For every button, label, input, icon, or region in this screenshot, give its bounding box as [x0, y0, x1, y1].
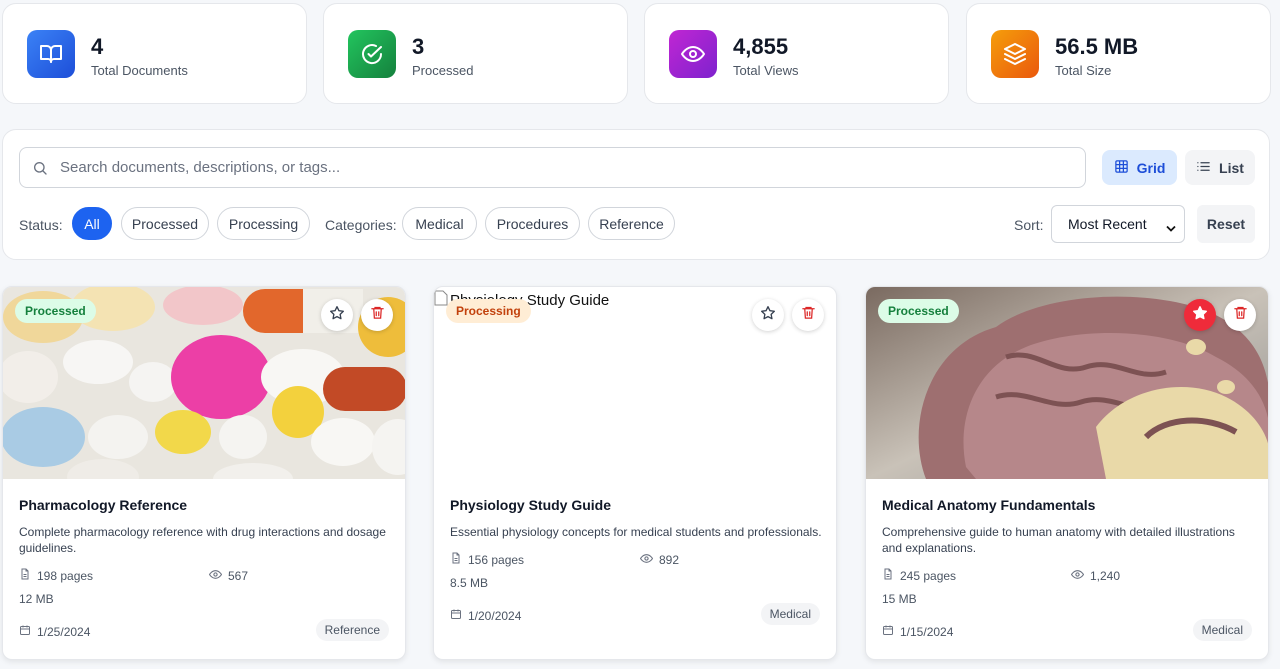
page-count-text: 198 pages [37, 568, 94, 583]
stat-card-total-views: 4,855 Total Views [644, 3, 949, 104]
stat-card-total-size: 56.5 MB Total Size [966, 3, 1271, 104]
page-count-text: 156 pages [468, 552, 525, 567]
star-icon [329, 305, 345, 326]
page-count-text: 245 pages [900, 568, 957, 583]
categories-filter-label: Categories: [325, 217, 397, 233]
document-card[interactable]: Processed Medical Anatomy Fundamentals C… [865, 286, 1269, 660]
reset-button[interactable]: Reset [1197, 205, 1255, 243]
file-icon [450, 552, 462, 567]
status-filter-processing[interactable]: Processing [217, 207, 310, 240]
stat-value: 3 [412, 34, 425, 59]
page-count: 156 pages [450, 552, 524, 567]
document-title[interactable]: Physiology Study Guide [450, 497, 611, 513]
delete-button[interactable] [361, 299, 393, 331]
file-icon [882, 568, 894, 583]
stat-value: 56.5 MB [1055, 34, 1139, 59]
page-count: 198 pages [19, 568, 93, 583]
book-open-icon [27, 30, 75, 78]
eye-icon [639, 552, 654, 568]
stat-label: Processed [412, 63, 474, 78]
view-count: 1,240 [1070, 568, 1121, 584]
trash-icon [1233, 305, 1248, 325]
document-card[interactable]: Processed Pharmacology Reference Complet… [2, 286, 406, 660]
star-filled-icon [1192, 305, 1208, 326]
view-count-text: 1,240 [1090, 569, 1121, 583]
calendar-icon [450, 608, 462, 623]
status-filter-all[interactable]: All [72, 207, 112, 240]
eye-icon [208, 568, 223, 584]
upload-date-text: 1/25/2024 [37, 624, 91, 639]
eye-icon [1070, 568, 1085, 584]
filter-panel: Grid List Status: All Processed Processi… [2, 129, 1270, 260]
stat-label: Total Size [1055, 63, 1112, 78]
status-filter-label: Status: [19, 217, 63, 233]
stats-row: 4 Total Documents 3 Processed 4,855 Tota… [2, 3, 1271, 105]
favorite-button[interactable] [321, 299, 353, 331]
upload-date-text: 1/20/2024 [468, 608, 522, 623]
document-card[interactable]: Physiology Study Guide Processing Physio… [433, 286, 837, 660]
stat-value: 4,855 [733, 34, 789, 59]
grid-view-button[interactable]: Grid [1102, 150, 1177, 185]
layers-icon [991, 30, 1039, 78]
category-tag: Medical [1192, 619, 1252, 641]
grid-icon [1114, 159, 1129, 177]
check-circle-icon [348, 30, 396, 78]
eye-icon [669, 30, 717, 78]
category-filter-procedures[interactable]: Procedures [485, 207, 580, 240]
delete-button[interactable] [792, 299, 824, 331]
calendar-icon [882, 624, 894, 639]
category-filter-reference[interactable]: Reference [588, 207, 675, 240]
stat-label: Total Documents [91, 63, 188, 78]
upload-date-text: 1/15/2024 [900, 624, 954, 639]
view-count-text: 567 [228, 569, 249, 583]
file-size: 12 MB [19, 592, 54, 606]
document-description: Complete pharmacology reference with dru… [19, 525, 386, 555]
file-icon [19, 568, 31, 583]
trash-icon [801, 305, 816, 325]
document-description: Essential physiology concepts for medica… [450, 525, 822, 539]
sort-select-value: Most Recent [1068, 216, 1147, 232]
category-filter-medical[interactable]: Medical [402, 207, 477, 240]
document-title[interactable]: Pharmacology Reference [19, 497, 187, 513]
stat-value: 4 [91, 34, 104, 59]
list-icon [1196, 159, 1211, 177]
upload-date: 1/15/2024 [882, 624, 953, 639]
search-input[interactable] [60, 148, 1080, 187]
grid-view-label: Grid [1136, 159, 1166, 176]
view-count-text: 892 [659, 553, 680, 567]
chevron-down-icon [1166, 220, 1176, 236]
list-view-button[interactable]: List [1185, 150, 1255, 185]
stat-card-processed: 3 Processed [323, 3, 628, 104]
upload-date: 1/25/2024 [19, 624, 90, 639]
delete-button[interactable] [1224, 299, 1256, 331]
stat-label: Total Views [733, 63, 799, 78]
calendar-icon [19, 624, 31, 639]
page-count: 245 pages [882, 568, 956, 583]
document-title[interactable]: Medical Anatomy Fundamentals [882, 497, 1095, 513]
view-count: 892 [639, 552, 680, 568]
favorite-button[interactable] [1184, 299, 1216, 331]
status-badge: Processed [878, 299, 959, 323]
status-filter-processed[interactable]: Processed [121, 207, 209, 240]
search-icon [32, 160, 48, 181]
upload-date: 1/20/2024 [450, 608, 521, 623]
trash-icon [370, 305, 385, 325]
filter-row: Status: All Processed Processing Categor… [19, 205, 1259, 243]
file-size: 8.5 MB [450, 576, 489, 590]
sort-select[interactable]: Most Recent [1051, 205, 1185, 243]
file-size: 15 MB [882, 592, 917, 606]
search-box [19, 147, 1086, 188]
status-badge: Processing [446, 299, 531, 323]
category-tag: Medical [760, 603, 820, 625]
sort-label: Sort: [1014, 217, 1044, 233]
star-icon [760, 305, 776, 326]
document-description: Comprehensive guide to human anatomy wit… [882, 525, 1235, 555]
status-badge: Processed [15, 299, 96, 323]
favorite-button[interactable] [752, 299, 784, 331]
list-view-label: List [1219, 159, 1244, 176]
category-tag: Reference [315, 619, 389, 641]
view-count: 567 [208, 568, 249, 584]
stat-card-total-documents: 4 Total Documents [2, 3, 307, 104]
